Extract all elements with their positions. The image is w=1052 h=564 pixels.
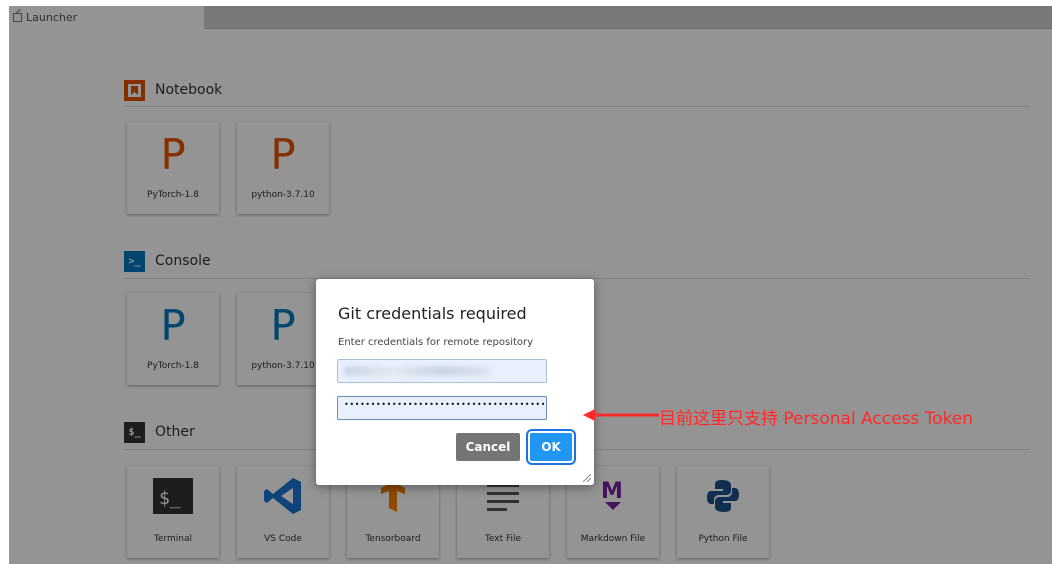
cancel-button[interactable]: Cancel: [456, 433, 520, 461]
git-credentials-dialog: Git credentials required Enter credentia…: [316, 279, 594, 485]
dialog-subtitle: Enter credentials for remote repository: [338, 337, 534, 348]
dialog-title: Git credentials required: [338, 304, 527, 323]
annotation-arrow-icon: [583, 409, 659, 421]
resize-handle-icon[interactable]: [583, 474, 591, 482]
app-frame: Launcher Notebook P PyTorch-1.8 P python…: [9, 6, 1052, 564]
password-mask: ••••••••••••••••••••••••••••••••••••••: [344, 400, 544, 409]
ok-button[interactable]: OK: [526, 429, 576, 465]
annotation-text: 目前这里只支持 Personal Access Token: [659, 409, 974, 429]
redacted-username: [344, 366, 490, 376]
username-field[interactable]: [337, 359, 547, 383]
password-field[interactable]: ••••••••••••••••••••••••••••••••••••••: [337, 396, 547, 420]
